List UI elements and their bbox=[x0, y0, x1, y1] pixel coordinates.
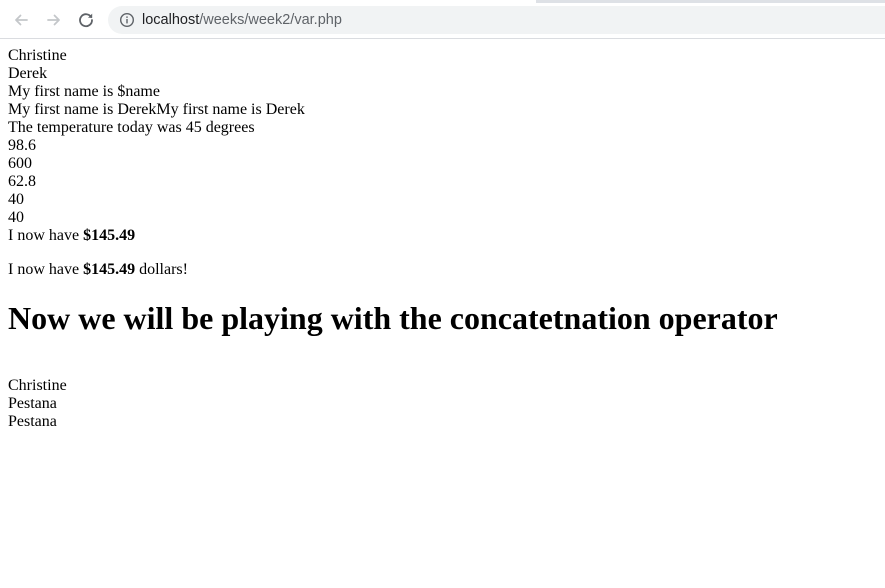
browser-toolbar: localhost/weeks/week2/var.php bbox=[0, 0, 885, 39]
info-icon[interactable] bbox=[119, 12, 135, 28]
tab-separator bbox=[398, 0, 536, 3]
output-line-4: My first name is DerekMy first name is D… bbox=[8, 101, 305, 118]
money-paragraph: I now have $145.49 dollars! bbox=[8, 261, 878, 279]
reload-icon bbox=[79, 13, 93, 28]
money-paragraph-amount: $145.49 bbox=[83, 261, 136, 278]
arrow-left-icon bbox=[15, 14, 28, 26]
output-line-9: 40 bbox=[8, 191, 24, 208]
money-paragraph-suffix: dollars! bbox=[135, 261, 188, 278]
page-heading: Now we will be playing with the concatet… bbox=[8, 300, 778, 336]
tab-strip bbox=[0, 0, 885, 3]
page-content: Christine Derek My first name is $name M… bbox=[8, 47, 878, 431]
url-host: localhost bbox=[142, 12, 200, 28]
forward-button[interactable] bbox=[42, 8, 66, 32]
back-button[interactable] bbox=[9, 8, 33, 32]
money-line: I now have $145.49 bbox=[8, 227, 878, 245]
final-line-3: Pestana bbox=[8, 413, 57, 430]
output-line-7: 600 bbox=[8, 155, 32, 172]
money-line-amount: $145.49 bbox=[83, 227, 136, 244]
url-text[interactable]: localhost/weeks/week2/var.php bbox=[142, 11, 342, 29]
url-path: /weeks/week2/var.php bbox=[199, 12, 342, 28]
active-tab[interactable] bbox=[0, 0, 398, 3]
output-line-8: 62.8 bbox=[8, 173, 36, 190]
money-line-prefix: I now have bbox=[8, 227, 84, 244]
output-line-10: 40 bbox=[8, 209, 24, 226]
money-paragraph-prefix: I now have bbox=[8, 261, 84, 278]
arrow-right-icon bbox=[47, 14, 60, 26]
output-line-2: Derek bbox=[8, 65, 48, 82]
concatenation-output: Christine Pestana Pestana bbox=[8, 377, 878, 431]
output-line-1: Christine bbox=[8, 47, 67, 64]
reload-button[interactable] bbox=[74, 8, 98, 32]
final-line-2: Pestana bbox=[8, 395, 57, 412]
output-line-6: 98.6 bbox=[8, 137, 36, 154]
address-bar[interactable]: localhost/weeks/week2/var.php bbox=[108, 6, 885, 34]
output-line-3: My first name is $name bbox=[8, 83, 160, 100]
final-line-1: Christine bbox=[8, 377, 67, 394]
output-line-5: The temperature today was 45 degrees bbox=[8, 119, 255, 136]
